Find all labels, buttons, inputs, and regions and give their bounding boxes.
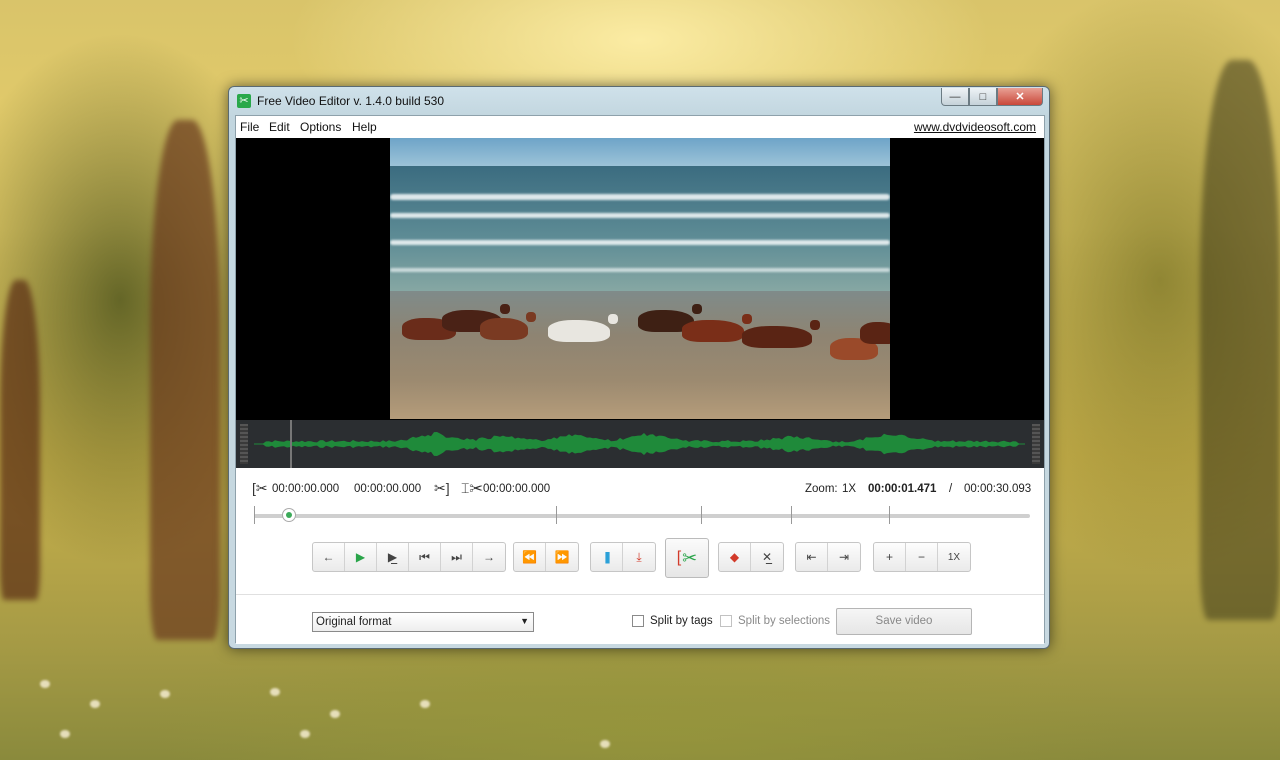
selection-end-time: 00:00:00.000 (354, 483, 422, 495)
section-divider (236, 594, 1044, 595)
client-area: File Edit Options Help www.dvdvideosoft.… (235, 115, 1045, 644)
audio-waveform (254, 432, 1025, 456)
seek-slider-track[interactable] (254, 514, 1030, 518)
split-markers-button[interactable]: ||| (591, 543, 623, 571)
next-frame-icon: ⏭ (451, 549, 462, 564)
go-to-start-button[interactable]: ⏪ (514, 543, 546, 571)
scissors-icon: ✂ (682, 547, 698, 568)
seek-group: ⏪ ⏩ (513, 542, 579, 572)
split-by-selections-checkbox[interactable] (720, 615, 732, 627)
playback-group: ← ▶ ▶̲ ⏮ ⏭ → (312, 542, 506, 572)
video-preview[interactable] (236, 138, 1044, 420)
prev-frame-icon: ⏮ (419, 549, 430, 564)
cut-marker-icon[interactable]: ⌶✂ (461, 480, 483, 497)
website-link[interactable]: www.dvdvideosoft.com (914, 120, 1036, 134)
menu-edit[interactable]: Edit (269, 120, 290, 134)
add-marker-button[interactable]: ⤓ (623, 543, 655, 571)
output-format-select[interactable]: Original format ▼ (312, 612, 534, 632)
video-frame (390, 138, 890, 419)
delete-selection-button[interactable]: ✕̲ (751, 543, 783, 571)
arrow-right-icon: → (483, 550, 495, 564)
seek-slider-knob[interactable] (282, 508, 296, 522)
jump-group: ⇤ ⇥ (795, 542, 861, 572)
zoom-value: 1X (842, 483, 857, 495)
minimize-button[interactable]: — (941, 88, 969, 106)
current-time: 00:00:01.471 (868, 483, 937, 495)
play-selection-icon: ▶̲ (387, 550, 398, 564)
output-format-value: Original format (316, 616, 392, 628)
step-forward-button[interactable]: → (473, 543, 505, 571)
app-window: ✂ Free Video Editor v. 1.4.0 build 530 —… (228, 86, 1050, 649)
skip-end-icon: ⇥ (838, 550, 850, 564)
close-button[interactable]: ✕ (997, 88, 1043, 106)
selection-edit-group: ◆ ✕̲ (718, 542, 784, 572)
split-by-tags-label: Split by tags (650, 615, 713, 627)
zoom-out-button[interactable]: − (906, 543, 938, 571)
bracket-icon: [ (676, 549, 682, 566)
total-time: 00:00:30.093 (964, 483, 1032, 495)
menu-file[interactable]: File (240, 120, 259, 134)
menu-options[interactable]: Options (300, 120, 341, 134)
jump-to-end-marker-button[interactable]: ⇥ (828, 543, 860, 571)
selection-marker-button[interactable]: ◆ (719, 543, 751, 571)
delete-selection-icon: ✕̲ (761, 550, 773, 564)
save-video-button[interactable]: Save video (836, 608, 972, 635)
slider-tick (791, 506, 792, 524)
selection-flag-icon: ◆ (729, 550, 740, 564)
toolbar: ← ▶ ▶̲ ⏮ ⏭ → ⏪ ⏩ ||| ⤓ [✂ ◆ ✕̲ ⇤ ⇥ + − 1… (236, 538, 1044, 578)
zoom-reset-button[interactable]: 1X (938, 543, 970, 571)
play-button[interactable]: ▶ (345, 543, 377, 571)
start-marker-icon[interactable]: [✂ (252, 480, 268, 497)
time-readout-row: [✂ 00:00:00.000 00:00:00.000 ✂] ⌶✂ 00:00… (236, 480, 1044, 500)
skip-start-icon: ⇤ (806, 550, 817, 564)
arrow-left-icon: ← (322, 550, 335, 564)
waveform-playhead[interactable] (290, 420, 292, 468)
slider-tick (556, 506, 557, 524)
waveform-right-handle[interactable] (1032, 424, 1040, 464)
selection-start-time: 00:00:00.000 (272, 483, 340, 495)
waveform-left-handle[interactable] (240, 424, 248, 464)
marker-group: ||| ⤓ (590, 542, 656, 572)
time-separator: / (949, 483, 953, 495)
chevron-down-icon: ▼ (520, 616, 529, 626)
minus-icon: − (917, 550, 925, 564)
plus-icon: + (885, 550, 893, 564)
menu-help[interactable]: Help (352, 120, 377, 134)
output-row: Original format ▼ Split by tags Split by… (236, 608, 1044, 638)
title-bar[interactable]: ✂ Free Video Editor v. 1.4.0 build 530 —… (229, 87, 1049, 115)
menu-bar: File Edit Options Help www.dvdvideosoft.… (236, 116, 1044, 139)
play-selection-button[interactable]: ▶̲ (377, 543, 409, 571)
slider-tick (254, 506, 255, 524)
maximize-button[interactable]: □ (969, 88, 997, 106)
window-title: Free Video Editor v. 1.4.0 build 530 (257, 94, 445, 108)
zoom-group: + − 1X (873, 542, 971, 572)
play-icon: ▶ (355, 550, 366, 564)
split-bars-icon: ||| (604, 550, 610, 564)
cut-selection-button[interactable]: [✂ (665, 538, 709, 578)
rewind-icon: ⏪ (522, 550, 537, 564)
end-marker-icon[interactable]: ✂] (434, 480, 450, 497)
slider-tick (701, 506, 702, 524)
download-marker-icon: ⤓ (636, 549, 642, 564)
step-back-button[interactable]: ← (313, 543, 345, 571)
fast-forward-icon: ⏩ (554, 550, 570, 564)
jump-to-start-marker-button[interactable]: ⇤ (796, 543, 828, 571)
window-controls: — □ ✕ (941, 88, 1043, 107)
zoom-label: Zoom: (805, 483, 838, 495)
scissors-icon: ✂ (237, 94, 251, 108)
cut-time: 00:00:00.000 (483, 483, 551, 495)
go-to-end-button[interactable]: ⏩ (546, 543, 578, 571)
next-frame-button[interactable]: ⏭ (441, 543, 473, 571)
zoom-in-button[interactable]: + (874, 543, 906, 571)
split-by-selections-label: Split by selections (738, 615, 831, 627)
split-by-tags-checkbox[interactable] (632, 615, 644, 627)
controls-panel: [✂ 00:00:00.000 00:00:00.000 ✂] ⌶✂ 00:00… (236, 468, 1044, 644)
slider-tick (889, 506, 890, 524)
prev-frame-button[interactable]: ⏮ (409, 543, 441, 571)
waveform-timeline[interactable] (236, 420, 1044, 468)
